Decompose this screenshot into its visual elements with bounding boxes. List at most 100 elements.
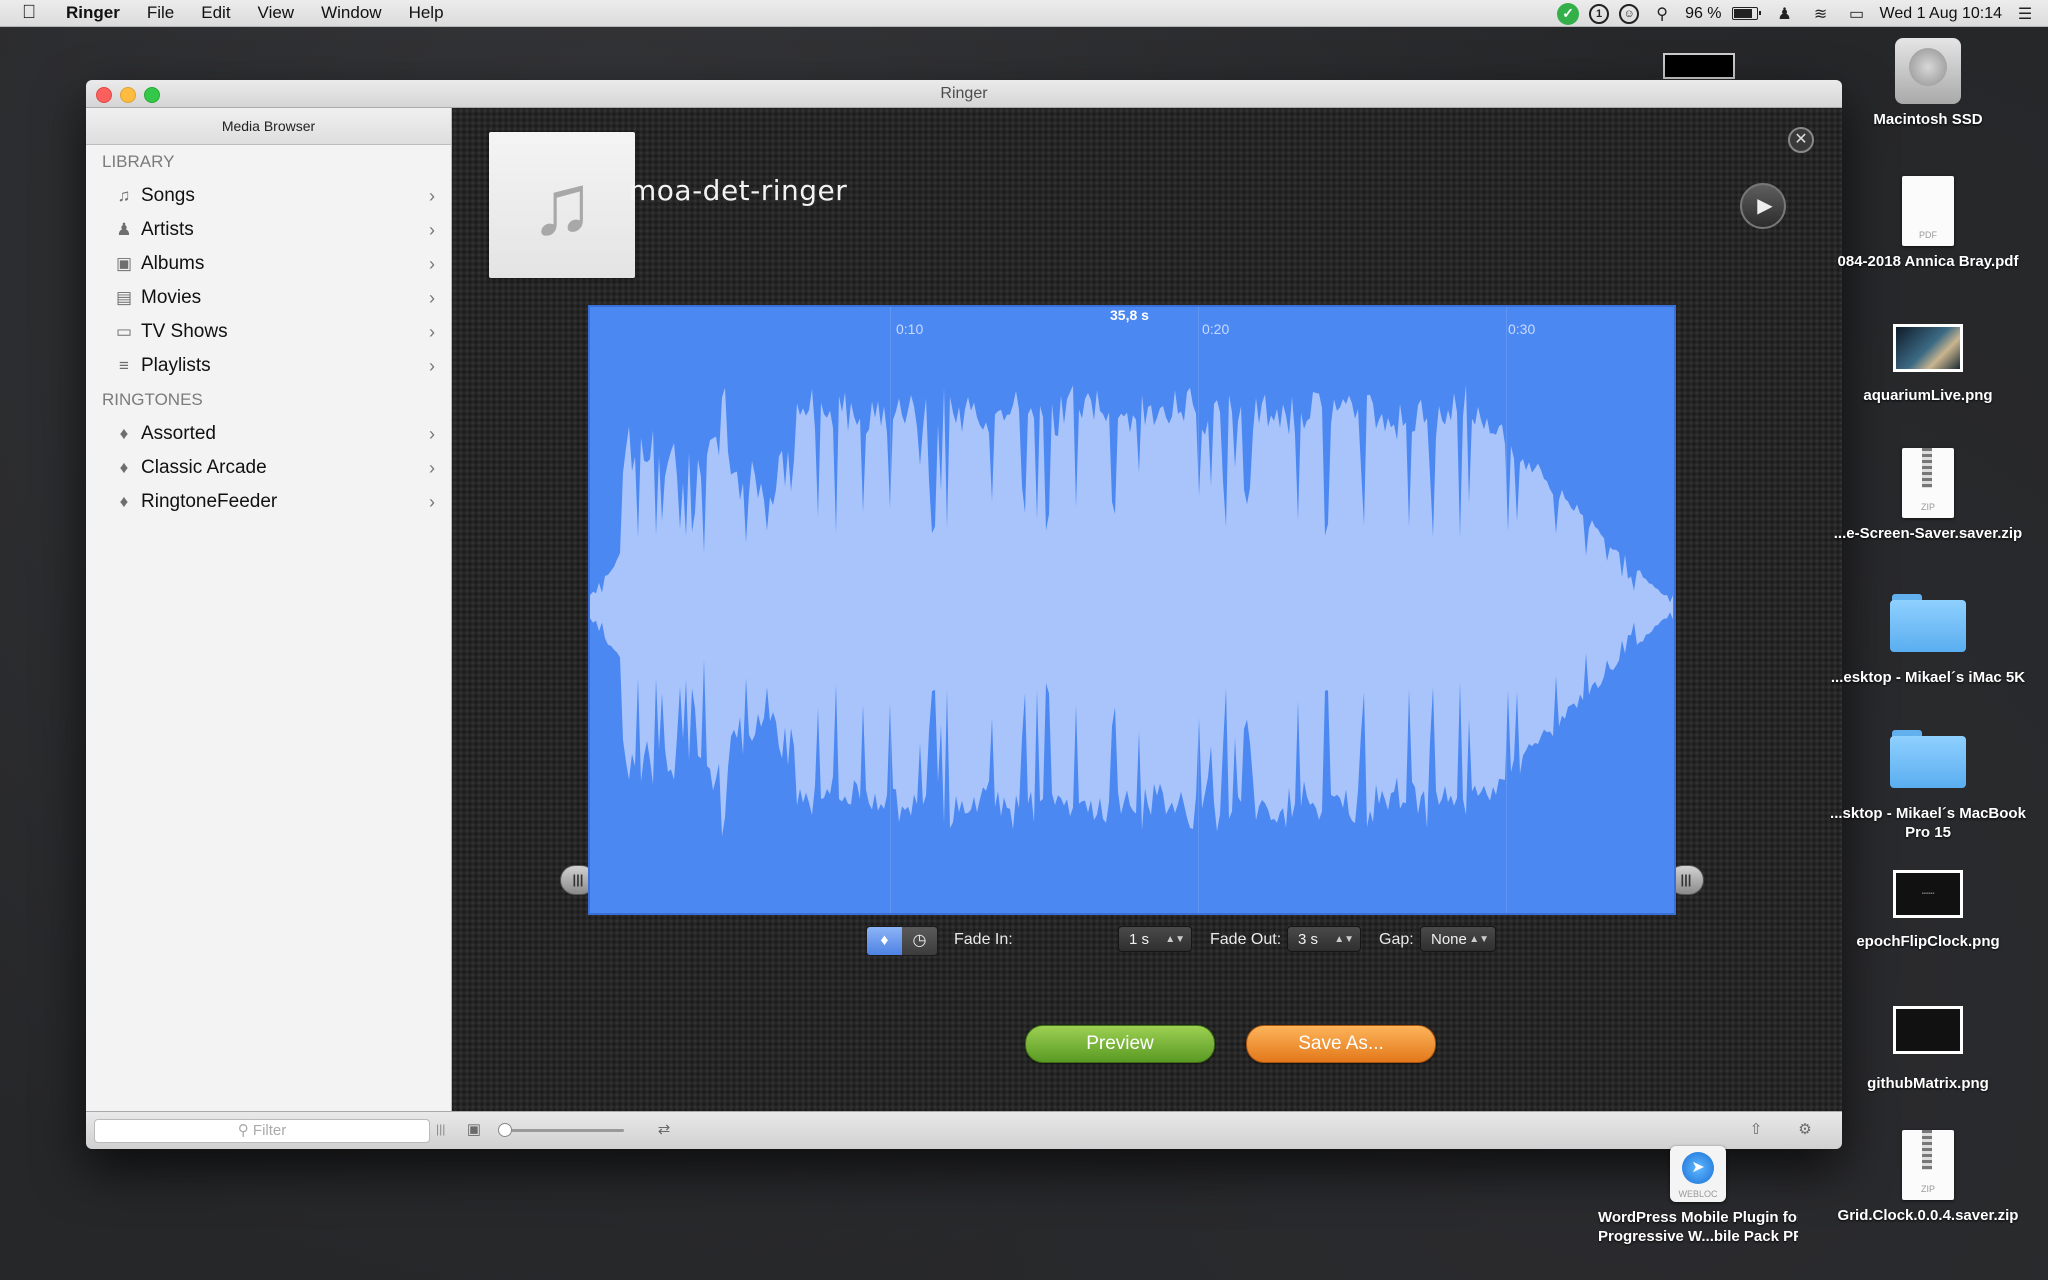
desktop-item-saver-zip[interactable]: ZIP ...e-Screen-Saver.saver.zip [1828,448,2028,543]
chevron-right-icon: › [429,288,435,308]
zip-archive-icon: ZIP [1902,448,1954,518]
window-titlebar[interactable]: Ringer [86,80,1842,108]
menu-edit[interactable]: Edit [201,3,230,23]
fade-out-value: 3 s [1298,931,1319,948]
zoom-fit-icon[interactable]: ⇄ [652,1121,676,1139]
desktop-item-aquarium[interactable]: aquariumLive.png [1828,324,2028,405]
alarm-mode-clock-icon[interactable]: ◷ [902,927,937,955]
gap-value: None [1431,931,1467,948]
splitter-grip-icon[interactable]: ||| [436,1122,445,1138]
chevron-right-icon: › [429,492,435,512]
filter-search-field[interactable]: ⚲ Filter [94,1119,430,1143]
desktop-item-gridclock-zip[interactable]: ZIP Grid.Clock.0.0.4.saver.zip [1828,1130,2028,1225]
music-note-icon: ♫ [117,186,131,205]
sidebar-item-playlists[interactable]: ≡ Playlists › [86,349,451,383]
film-icon: ▤ [115,288,133,307]
sidebar-item-songs[interactable]: ♫ Songs › [86,179,451,213]
chevron-updown-icon: ▲▼ [1334,934,1354,945]
fade-in-value: 1 s [1129,931,1150,948]
apple-menu-icon[interactable]:  [22,2,44,24]
gap-select[interactable]: None ▲▼ [1420,926,1496,952]
ringtones-section-title: RINGTONES [102,390,203,409]
save-as-button[interactable]: Save As... [1246,1025,1436,1063]
desktop-item-folder-imac[interactable]: ...esktop - Mikael´s iMac 5K [1828,594,2028,687]
window-minimize-button[interactable] [120,87,136,103]
media-browser-sidebar: Media Browser LIBRARY ♫ Songs › ♟ Artist… [86,108,452,1111]
person-icon: ♟ [116,220,132,239]
tick-label-10s: 0:10 [896,321,924,337]
webloc-tag: WEBLOC [1678,1189,1718,1199]
preview-button[interactable]: Preview [1025,1025,1215,1063]
ringer-window: Ringer Media Browser LIBRARY ♫ Songs › ♟… [86,80,1842,1149]
desktop-item-pdf[interactable]: PDF 084-2018 Annica Bray.pdf [1828,176,2028,271]
notification-center-icon[interactable]: ☰ [2012,4,2038,24]
clock[interactable]: Wed 1 Aug 10:14 [1880,5,2002,23]
waveform-view[interactable]: 0:10 0:20 0:30 35,8 s [588,305,1676,915]
wifi-icon[interactable]: ≋ [1808,4,1834,24]
fade-in-select[interactable]: 1 s ▲▼ [1118,926,1192,952]
zoom-slider-knob[interactable] [498,1123,512,1137]
ringtone-mode-bell-icon[interactable]: ♦ [867,927,902,955]
sidebar-item-movies[interactable]: ▤ Movies › [86,281,451,315]
menu-help[interactable]: Help [409,3,444,23]
hard-drive-icon [1895,38,1961,104]
media-browser-header: Media Browser [86,108,451,145]
waveform-graphic [590,384,1673,837]
window-zoom-button[interactable] [144,87,160,103]
sidebar-item-albums[interactable]: ▣ Albums › [86,247,451,281]
face-status-icon[interactable]: ☺ [1619,3,1640,24]
album-icon: ▣ [115,254,133,273]
tick-label-20s: 0:20 [1202,321,1230,337]
airplay-icon[interactable]: ▭ [1844,4,1870,24]
menu-view[interactable]: View [258,3,295,23]
webloc-icon: ➤ WEBLOC [1670,1146,1726,1202]
desktop-item-wordpress-webloc[interactable]: ➤ WEBLOC WordPress Mobile Plugin for Pro… [1598,1146,1798,1246]
fade-out-label: Fade Out: [1210,931,1282,948]
zoom-out-icon[interactable]: ▣ [464,1121,484,1139]
desktop-item-macintosh-ssd[interactable]: Macintosh SSD [1828,38,2028,129]
sidebar-item-classic-arcade[interactable]: ♦ Classic Arcade › [86,451,451,485]
window-close-button[interactable] [96,87,112,103]
share-icon[interactable]: ⇧ [1746,1121,1766,1139]
fade-out-select[interactable]: 3 s ▲▼ [1287,926,1361,952]
menu-window[interactable]: Window [321,3,381,23]
spotlight-search-icon[interactable]: ⚲ [1649,4,1675,24]
sidebar-item-assorted[interactable]: ♦ Assorted › [86,417,451,451]
desktop-item-githubmatrix[interactable]: githubMatrix.png [1828,1006,2028,1093]
sidebar-item-label: RingtoneFeeder [141,491,278,512]
close-track-button[interactable]: ✕ [1788,127,1814,153]
sidebar-item-ringtonefeeder[interactable]: ♦ RingtoneFeeder › [86,485,451,519]
image-thumbnail-icon [1893,1006,1963,1054]
chevron-right-icon: › [429,186,435,206]
desktop-item-epochflipclock[interactable]: ▪▪▪▪▪▪ epochFlipClock.png [1828,870,2028,951]
checkmark-status-icon[interactable]: ✓ [1557,2,1580,25]
menu-file[interactable]: File [147,3,174,23]
desktop-item-label: githubMatrix.png [1867,1075,1989,1092]
sidebar-item-artists[interactable]: ♟ Artists › [86,213,451,247]
desktop-item-label: ...sktop - Mikael´s MacBook [1830,805,2026,822]
tick-label-30s: 0:30 [1508,321,1536,337]
track-title: moa-det-ringer [629,174,848,207]
chevron-right-icon: › [429,254,435,274]
onepassword-icon[interactable]: 1 [1589,3,1610,24]
desktop-item-folder-macbook[interactable]: ...sktop - Mikael´s MacBook Pro 15 [1828,730,2028,842]
chevron-right-icon: › [429,322,435,342]
desktop-black-thumbnail[interactable] [1663,53,1735,79]
sidebar-item-label: Albums [141,253,205,274]
fade-in-label: Fade In: [954,931,1013,948]
desktop-item-label-line2: Pro 15 [1905,824,1951,841]
sidebar-item-label: Artists [141,219,194,240]
zoom-slider-track[interactable] [504,1129,624,1132]
sidebar-item-tv-shows[interactable]: ▭ TV Shows › [86,315,451,349]
battery-icon[interactable] [1731,7,1761,20]
music-note-icon: ♫ [529,156,595,253]
gear-icon[interactable]: ⚙ [1795,1121,1815,1139]
menu-app-name[interactable]: Ringer [66,3,120,23]
play-button[interactable]: ▶ [1740,183,1786,229]
bell-icon: ♦ [119,458,129,477]
battery-percent[interactable]: 96 % [1685,5,1721,23]
desktop-item-label: Grid.Clock.0.0.4.saver.zip [1837,1207,2019,1224]
menu-bar:  Ringer File Edit View Window Help ✓ 1 … [0,0,2048,27]
user-icon[interactable]: ♟ [1772,4,1798,24]
desktop-item-label: aquariumLive.png [1863,387,1993,404]
